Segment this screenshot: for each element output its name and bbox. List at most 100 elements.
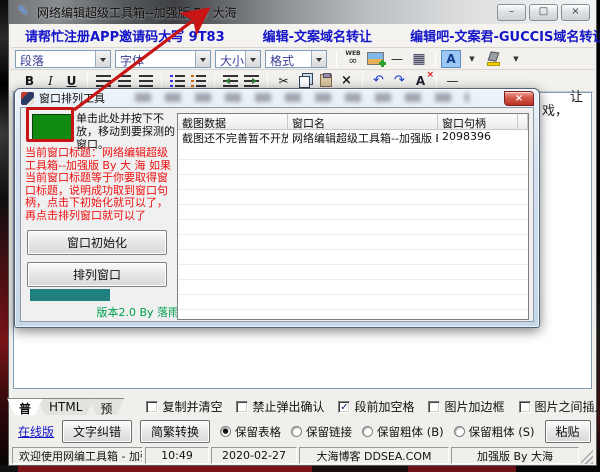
window-init-button[interactable]: 窗口初始化 — [27, 230, 167, 255]
align-right-button[interactable] — [136, 72, 155, 90]
tab-preview[interactable]: 预览 — [88, 398, 124, 415]
delete-button[interactable]: × — [337, 72, 356, 90]
column-window-name[interactable]: 窗口名 — [288, 114, 438, 129]
editor-text-fragment: 让 — [570, 90, 584, 105]
horizontal-rule-button[interactable]: — — [387, 50, 407, 68]
dropdown-arrow-icon[interactable] — [95, 50, 110, 67]
ordered-list-button[interactable] — [168, 72, 187, 90]
list-header-row: 截图数据 窗口名 窗口句柄 — [178, 114, 528, 130]
dropdown-arrow-icon[interactable] — [245, 50, 260, 67]
format-select[interactable]: 格式 — [265, 49, 327, 68]
clear-format-a: A — [415, 73, 426, 88]
unordered-list-button[interactable] — [189, 72, 208, 90]
cell-window-name: 网络编辑超级工具箱--加强版 B... — [292, 132, 438, 145]
font-select[interactable]: 字体 — [115, 49, 211, 68]
redo-button[interactable]: ↷ — [390, 72, 409, 90]
column-screenshot-data[interactable]: 截图数据 — [178, 114, 288, 129]
table-icon: ▦ — [412, 50, 426, 67]
paste-action-button[interactable]: 粘贴 — [544, 420, 591, 443]
arrange-windows-button[interactable]: 排列窗口 — [27, 262, 167, 287]
font-color-button[interactable]: A — [441, 49, 461, 68]
copy-button[interactable] — [295, 72, 314, 90]
undo-button[interactable]: ↶ — [369, 72, 388, 90]
paragraph-select[interactable]: 段落 — [15, 49, 111, 68]
checkbox-no-confirm-popup[interactable]: 禁止弹出确认 — [236, 398, 324, 415]
toolbar-separator — [161, 72, 162, 89]
status-welcome: 欢迎使用网编工具箱 - 加强版 — [12, 447, 143, 464]
outdent-icon — [223, 74, 238, 87]
checkbox-blank-line-between-images[interactable]: 图片之间插入空行 — [518, 398, 600, 415]
titlebar[interactable]: ✎ 网络编辑超级工具箱--加强版 By 大海 – □ × — [9, 0, 596, 24]
cut-button[interactable]: ✂ — [274, 72, 293, 90]
underline-button[interactable]: U — [62, 72, 81, 90]
align-left-icon — [96, 74, 111, 87]
register-app-link[interactable]: 请帮忙注册APP邀请码大写 9T83 — [25, 26, 225, 45]
table-row[interactable]: 截图还不完善暂不开放 网络编辑超级工具箱--加强版 B... 2098396 — [178, 130, 528, 145]
paste-button[interactable] — [316, 72, 335, 90]
dropdown-arrow-icon[interactable] — [195, 50, 210, 67]
view-tabs-row: 普通 HTML 预览 复制并清空 禁止弹出确认 ✓段前加空格 图片加边框 图片之… — [11, 396, 600, 417]
fill-color-dropdown-arrow[interactable]: ▼ — [506, 50, 526, 68]
italic-button[interactable]: I — [41, 72, 60, 90]
bold-button[interactable]: B — [20, 72, 39, 90]
progress-bar — [30, 289, 110, 301]
clear-format-x-icon: × — [426, 69, 434, 80]
outdent-button[interactable] — [221, 72, 240, 90]
radio-keep-bold-b[interactable]: 保留粗体 (B) — [362, 424, 444, 440]
domain-transfer-link-1[interactable]: 编辑-文案域名转让 — [263, 26, 372, 45]
radio-keep-bold-s[interactable]: 保留粗体 (S) — [453, 424, 535, 440]
align-left-button[interactable] — [94, 72, 113, 90]
tab-normal[interactable]: 普通 — [7, 398, 43, 415]
font-select-value: 字体 — [120, 53, 145, 67]
app-pencil-icon: ✎ — [17, 4, 29, 19]
text-proofread-button[interactable]: 文字纠错 — [62, 420, 133, 443]
dialog-close-button[interactable]: × — [504, 91, 534, 106]
radio-keep-tables[interactable]: ● 保留表格 — [220, 424, 281, 440]
online-version-link[interactable]: 在线版 — [18, 423, 54, 440]
column-window-handle[interactable]: 窗口句柄 — [438, 114, 518, 129]
align-center-icon — [118, 74, 131, 87]
toolbar-separator — [362, 72, 363, 89]
hr-button[interactable]: — — [443, 72, 462, 90]
paint-bucket-icon — [486, 50, 502, 67]
status-blog: 大海博客 DDSEA.COM — [299, 447, 449, 464]
radio-keep-links[interactable]: 保留链接 — [291, 424, 352, 440]
toolbar-separator — [336, 50, 337, 67]
maximize-button[interactable]: □ — [529, 3, 558, 21]
paste-icon — [319, 73, 332, 87]
window-title: 网络编辑超级工具箱--加强版 By 大海 — [37, 5, 237, 20]
clear-format-button[interactable]: A × — [411, 70, 434, 90]
annotation-rectangle — [26, 107, 74, 142]
dialog-titlebar[interactable]: 窗口排列工具 × — [15, 89, 539, 107]
actions-row: 在线版 文字纠错 简繁转换 ● 保留表格 保留链接 保留粗体 (B) 保留粗体 (… — [11, 417, 600, 446]
insert-weblink-button[interactable]: WEB ∞ — [343, 50, 363, 68]
status-date: 2020-02-27 — [211, 447, 297, 464]
fill-color-button[interactable] — [484, 50, 504, 68]
dropdown-arrow-icon[interactable] — [311, 50, 326, 67]
cell-screenshot-data: 截图还不完善暂不开放 — [182, 132, 288, 145]
insert-table-button[interactable]: ▦ — [409, 50, 429, 68]
aero-glass-blur — [135, 93, 469, 102]
domain-transfer-link-2[interactable]: 编辑吧-文案君-GUCCIS域名转让 — [410, 26, 600, 45]
tab-html[interactable]: HTML — [37, 398, 94, 415]
minimize-button[interactable]: – — [497, 3, 526, 21]
checkbox-space-before-paragraph[interactable]: ✓ 段前加空格 — [338, 398, 414, 415]
instruction-red-text: 当前窗口标题：网络编辑超级工具箱--加强版 By 大 海 如果当前窗口标题等于你… — [25, 146, 171, 222]
close-button[interactable]: × — [561, 3, 590, 21]
font-color-dropdown-arrow[interactable]: ▼ — [462, 50, 482, 68]
window-list[interactable]: 截图数据 窗口名 窗口句柄 截图还不完善暂不开放 网络编辑超级工具箱--加强版 … — [177, 113, 529, 320]
toolbar-separator — [87, 72, 88, 89]
checkbox-copy-and-clear[interactable]: 复制并清空 — [146, 398, 222, 415]
ordered-list-icon — [170, 74, 185, 87]
indent-button[interactable] — [242, 72, 261, 90]
dialog-body: 单击此处并按下不放，移动到要探测的窗口。 当前窗口标题：网络编辑超级工具箱--加… — [20, 107, 534, 322]
align-right-icon — [138, 74, 153, 87]
align-center-button[interactable] — [115, 72, 134, 90]
image-icon — [366, 52, 386, 67]
simplified-traditional-button[interactable]: 简繁转换 — [140, 420, 211, 443]
checkbox-image-border[interactable]: 图片加边框 — [428, 398, 505, 415]
insert-image-button[interactable] — [365, 50, 386, 68]
resize-grip[interactable] — [581, 447, 593, 464]
weblink-icon: WEB ∞ — [345, 50, 361, 67]
size-select[interactable]: 大小 — [215, 49, 261, 68]
